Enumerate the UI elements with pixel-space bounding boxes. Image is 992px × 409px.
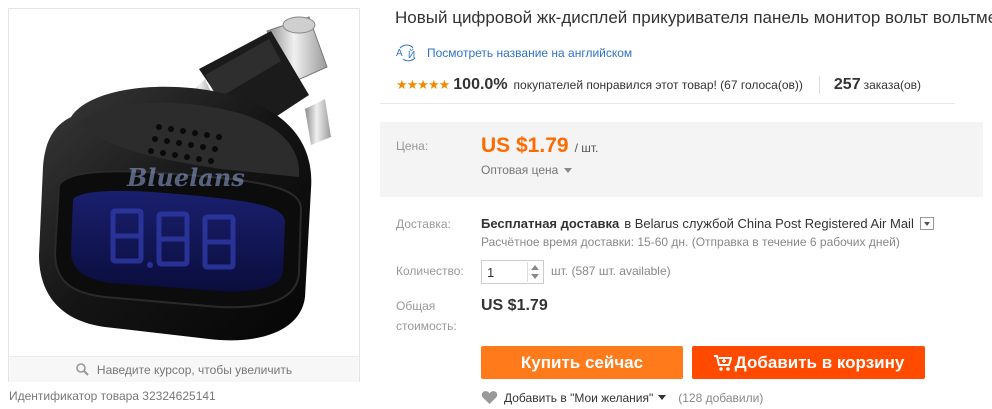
price-amount: US $1.79 <box>481 134 569 157</box>
price-box: Цена: US $1.79 / шт. Оптовая цена <box>380 122 983 197</box>
wholesale-price-toggle[interactable]: Оптовая цена <box>481 163 573 177</box>
wholesale-label: Оптовая цена <box>481 163 559 177</box>
chevron-down-icon[interactable] <box>658 395 667 400</box>
shipping-dropdown-icon[interactable] <box>919 217 934 230</box>
total-label-line2: стоимость: <box>396 319 457 333</box>
translate-title-link[interactable]: Посмотреть название на английском <box>427 46 632 60</box>
wishlist-row[interactable]: Добавить в "Мои желания" (128 добавили) <box>481 390 763 405</box>
quantity-available: шт. (587 шт. available) <box>551 264 671 278</box>
cart-icon <box>713 354 733 372</box>
quantity-stepper <box>481 260 544 284</box>
buy-now-button[interactable]: Купить сейчас <box>481 346 683 379</box>
rating-row: ★★★★★ 100.0% покупателей понравился этот… <box>396 74 956 96</box>
shipping-label: Доставка: <box>396 217 451 231</box>
price-value: US $1.79 / шт. <box>481 134 598 158</box>
magnifier-icon <box>76 363 89 376</box>
total-label-line1: Общая <box>396 299 436 313</box>
rating-percent: 100.0% <box>453 76 508 93</box>
star-icon: ★★★★★ <box>396 77 450 92</box>
shipping-summary: Бесплатная доставка в Belarus службой Ch… <box>481 216 934 231</box>
price-label: Цена: <box>396 139 429 153</box>
add-to-cart-button[interactable]: Добавить в корзину <box>692 346 925 379</box>
shipping-estimate: Расчётное время доставки: 15-60 дн. (Отп… <box>481 235 900 249</box>
quantity-input[interactable] <box>482 261 526 283</box>
quantity-label: Количество: <box>396 264 464 278</box>
product-id: Идентификатор товара 32324625141 <box>9 389 216 403</box>
translate-icon[interactable]: A Й <box>396 44 420 62</box>
rating-text[interactable]: покупателей понравился этот товар! (67 г… <box>514 78 803 92</box>
zoom-hint-bar: Наведите курсор, чтобы увеличить <box>9 356 359 382</box>
rating-divider-line <box>380 103 955 104</box>
decrement-icon[interactable] <box>531 274 539 279</box>
image-watermark: Bluelans <box>127 163 245 192</box>
product-title: Новый цифровой жк-дисплей прикуривателя … <box>395 8 992 27</box>
total-price: US $1.79 <box>481 297 548 314</box>
wishlist-label[interactable]: Добавить в "Мои желания" <box>504 391 653 405</box>
shipping-destination: в Belarus службой China Post Registered … <box>624 216 914 231</box>
rating-divider <box>818 76 820 94</box>
svg-text:A: A <box>396 48 403 59</box>
price-unit: / шт. <box>574 141 599 155</box>
increment-icon[interactable] <box>531 265 539 270</box>
heart-icon <box>481 390 498 405</box>
chevron-down-icon <box>564 167 573 173</box>
product-image[interactable]: Bluelans <box>9 9 359 355</box>
zoom-hint-text: Наведите курсор, чтобы увеличить <box>96 362 293 377</box>
free-shipping-text: Бесплатная доставка <box>481 216 620 231</box>
quantity-spin <box>527 262 542 282</box>
product-image-panel: Bluelans Наведите курсор, чтобы увеличит… <box>8 8 360 382</box>
buy-now-label: Купить сейчас <box>520 352 644 372</box>
translate-row: A Й Посмотреть название на английском <box>396 44 632 62</box>
wishlist-count: (128 добавили) <box>678 390 764 405</box>
add-to-cart-label: Добавить в корзину <box>734 352 905 372</box>
orders-count: 257 <box>833 76 861 93</box>
orders-label: заказа(ов) <box>863 78 922 92</box>
